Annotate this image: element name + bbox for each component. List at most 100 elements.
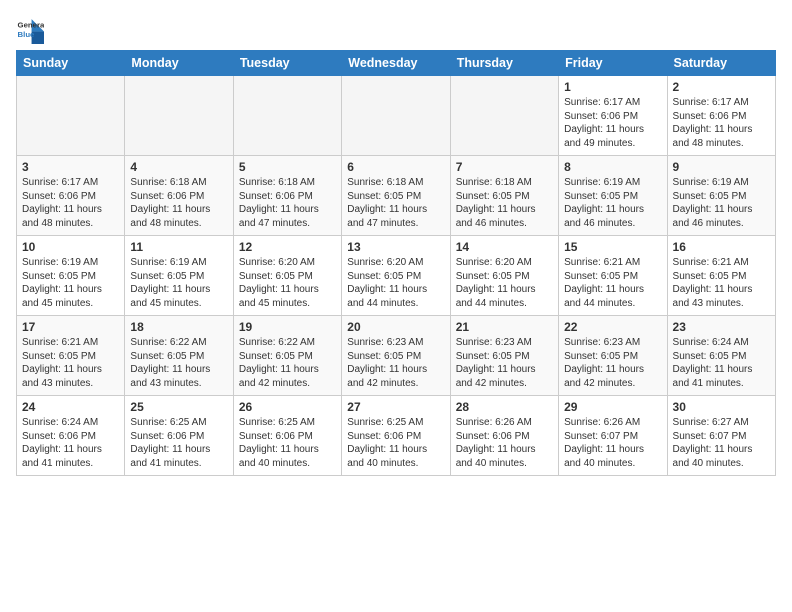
calendar-cell: 15 Sunrise: 6:21 AMSunset: 6:05 PMDayligh… [559,236,667,316]
calendar-cell: 7 Sunrise: 6:18 AMSunset: 6:05 PMDaylight… [450,156,558,236]
weekday-header: Thursday [450,51,558,76]
day-info: Sunrise: 6:22 AMSunset: 6:05 PMDaylight:… [239,336,336,390]
day-number: 11 [130,240,227,254]
calendar-cell: 17Sunrise: 6:21 AMSunset: 6:05 PMDayligh… [17,316,125,396]
day-number: 25 [130,400,227,414]
calendar-cell: 23 Sunrise: 6:24 AMSunset: 6:05 PMDayligh… [667,316,775,396]
weekday-header: Sunday [17,51,125,76]
day-number: 17 [22,320,119,334]
day-info: Sunrise: 6:17 AMSunset: 6:06 PMDaylight:… [22,176,119,230]
calendar-cell: 13 Sunrise: 6:20 AMSunset: 6:05 PMDayligh… [342,236,450,316]
calendar-cell: 27 Sunrise: 6:25 AMSunset: 6:06 PMDayligh… [342,396,450,476]
calendar-cell: 21 Sunrise: 6:23 AMSunset: 6:05 PMDayligh… [450,316,558,396]
day-number: 16 [673,240,770,254]
calendar-cell: 22 Sunrise: 6:23 AMSunset: 6:05 PMDayligh… [559,316,667,396]
calendar-cell: 14 Sunrise: 6:20 AMSunset: 6:05 PMDayligh… [450,236,558,316]
day-info: Sunrise: 6:20 AMSunset: 6:05 PMDaylight:… [456,256,553,310]
calendar-cell: 28 Sunrise: 6:26 AMSunset: 6:06 PMDayligh… [450,396,558,476]
day-number: 7 [456,160,553,174]
day-info: Sunrise: 6:25 AMSunset: 6:06 PMDaylight:… [347,416,444,470]
day-info: Sunrise: 6:22 AMSunset: 6:05 PMDaylight:… [130,336,227,390]
weekday-header: Wednesday [342,51,450,76]
day-info: Sunrise: 6:19 AMSunset: 6:05 PMDaylight:… [673,176,770,230]
day-number: 5 [239,160,336,174]
calendar-week-row: 3Sunrise: 6:17 AMSunset: 6:06 PMDaylight… [17,156,776,236]
calendar-cell: 20 Sunrise: 6:23 AMSunset: 6:05 PMDayligh… [342,316,450,396]
day-info: Sunrise: 6:23 AMSunset: 6:05 PMDaylight:… [456,336,553,390]
general-blue-logo-icon: General Blue [16,16,44,44]
day-number: 15 [564,240,661,254]
svg-text:Blue: Blue [18,30,36,39]
day-info: Sunrise: 6:23 AMSunset: 6:05 PMDaylight:… [347,336,444,390]
calendar-cell [125,76,233,156]
logo-area: General Blue [16,10,44,44]
calendar-header-row: SundayMondayTuesdayWednesdayThursdayFrid… [17,51,776,76]
calendar-cell: 26 Sunrise: 6:25 AMSunset: 6:06 PMDayligh… [233,396,341,476]
calendar-cell: 30 Sunrise: 6:27 AMSunset: 6:07 PMDayligh… [667,396,775,476]
day-number: 29 [564,400,661,414]
day-number: 26 [239,400,336,414]
day-info: Sunrise: 6:17 AMSunset: 6:06 PMDaylight:… [564,96,661,150]
calendar-cell: 29 Sunrise: 6:26 AMSunset: 6:07 PMDayligh… [559,396,667,476]
calendar-week-row: 17Sunrise: 6:21 AMSunset: 6:05 PMDayligh… [17,316,776,396]
calendar-cell [17,76,125,156]
calendar-cell: 10Sunrise: 6:19 AMSunset: 6:05 PMDayligh… [17,236,125,316]
day-info: Sunrise: 6:24 AMSunset: 6:06 PMDaylight:… [22,416,119,470]
day-info: Sunrise: 6:27 AMSunset: 6:07 PMDaylight:… [673,416,770,470]
calendar-cell: 18 Sunrise: 6:22 AMSunset: 6:05 PMDayligh… [125,316,233,396]
calendar-cell [342,76,450,156]
day-number: 13 [347,240,444,254]
day-info: Sunrise: 6:25 AMSunset: 6:06 PMDaylight:… [239,416,336,470]
day-info: Sunrise: 6:26 AMSunset: 6:06 PMDaylight:… [456,416,553,470]
day-info: Sunrise: 6:18 AMSunset: 6:05 PMDaylight:… [347,176,444,230]
calendar-cell: 24 Sunrise: 6:24 AMSunset: 6:06 PMDayligh… [17,396,125,476]
weekday-header: Friday [559,51,667,76]
calendar-page: General Blue SundayMondayTuesdayWednesda… [0,0,792,612]
day-number: 23 [673,320,770,334]
day-number: 8 [564,160,661,174]
day-number: 21 [456,320,553,334]
day-number: 27 [347,400,444,414]
day-info: Sunrise: 6:24 AMSunset: 6:05 PMDaylight:… [673,336,770,390]
calendar-cell: 6 Sunrise: 6:18 AMSunset: 6:05 PMDaylight… [342,156,450,236]
day-info: Sunrise: 6:18 AMSunset: 6:06 PMDaylight:… [239,176,336,230]
calendar-week-row: 24 Sunrise: 6:24 AMSunset: 6:06 PMDayligh… [17,396,776,476]
calendar-cell [233,76,341,156]
calendar-cell: 12Sunrise: 6:20 AMSunset: 6:05 PMDayligh… [233,236,341,316]
day-info: Sunrise: 6:26 AMSunset: 6:07 PMDaylight:… [564,416,661,470]
day-info: Sunrise: 6:20 AMSunset: 6:05 PMDaylight:… [239,256,336,310]
day-number: 20 [347,320,444,334]
day-number: 19 [239,320,336,334]
day-info: Sunrise: 6:25 AMSunset: 6:06 PMDaylight:… [130,416,227,470]
day-number: 6 [347,160,444,174]
weekday-header: Tuesday [233,51,341,76]
day-number: 4 [130,160,227,174]
calendar-cell: 25 Sunrise: 6:25 AMSunset: 6:06 PMDayligh… [125,396,233,476]
calendar-cell: 2Sunrise: 6:17 AMSunset: 6:06 PMDaylight… [667,76,775,156]
day-number: 18 [130,320,227,334]
day-number: 28 [456,400,553,414]
calendar-cell: 19 Sunrise: 6:22 AMSunset: 6:05 PMDayligh… [233,316,341,396]
day-info: Sunrise: 6:20 AMSunset: 6:05 PMDaylight:… [347,256,444,310]
day-number: 2 [673,80,770,94]
day-info: Sunrise: 6:18 AMSunset: 6:05 PMDaylight:… [456,176,553,230]
calendar-cell: 1Sunrise: 6:17 AMSunset: 6:06 PMDaylight… [559,76,667,156]
calendar-cell: 5 Sunrise: 6:18 AMSunset: 6:06 PMDaylight… [233,156,341,236]
day-info: Sunrise: 6:18 AMSunset: 6:06 PMDaylight:… [130,176,227,230]
day-number: 24 [22,400,119,414]
calendar-cell: 3Sunrise: 6:17 AMSunset: 6:06 PMDaylight… [17,156,125,236]
day-number: 30 [673,400,770,414]
calendar-week-row: 10 Sunrise: 6:19 AMSunset: 6:05 PMDayligh… [17,236,776,316]
calendar-cell: 16 Sunrise: 6:21 AMSunset: 6:05 PMDayligh… [667,236,775,316]
day-info: Sunrise: 6:23 AMSunset: 6:05 PMDaylight:… [564,336,661,390]
calendar-table: SundayMondayTuesdayWednesdayThursdayFrid… [16,50,776,476]
day-info: Sunrise: 6:21 AMSunset: 6:05 PMDaylight:… [564,256,661,310]
day-number: 22 [564,320,661,334]
day-info: Sunrise: 6:21 AMSunset: 6:05 PMDaylight:… [673,256,770,310]
day-number: 10 [22,240,119,254]
svg-text:General: General [18,21,44,30]
day-number: 14 [456,240,553,254]
day-info: Sunrise: 6:19 AMSunset: 6:05 PMDaylight:… [130,256,227,310]
day-number: 9 [673,160,770,174]
day-info: Sunrise: 6:19 AMSunset: 6:05 PMDaylight:… [564,176,661,230]
